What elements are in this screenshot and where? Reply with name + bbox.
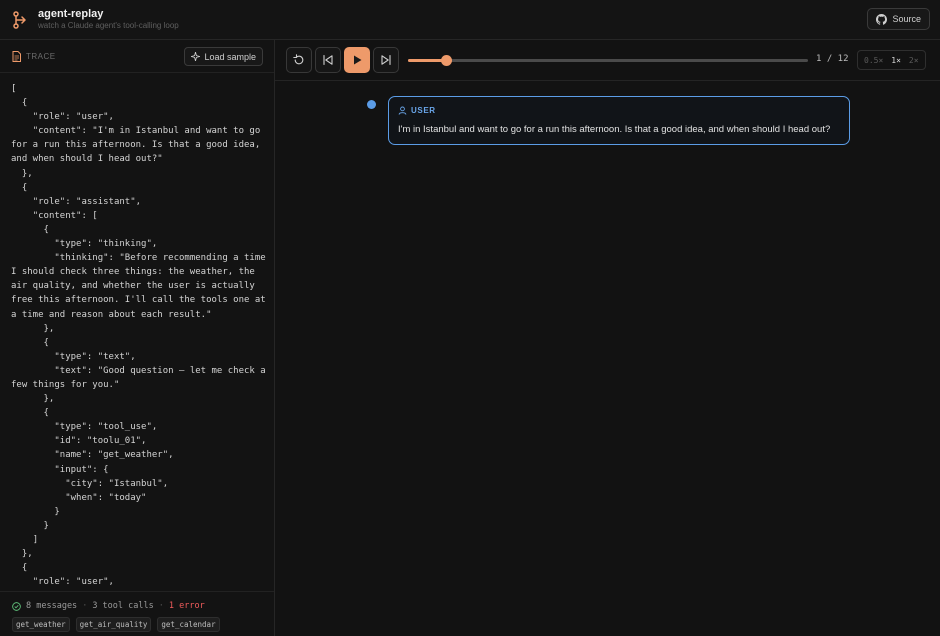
speed-option[interactable]: 2× bbox=[905, 56, 923, 65]
tool-call-count: 3 tool calls bbox=[92, 601, 154, 611]
trace-json-editor[interactable]: [ { "role": "user", "content": "I'm in I… bbox=[11, 82, 269, 588]
separator: · bbox=[82, 601, 88, 611]
message-count: 8 messages bbox=[26, 601, 78, 611]
user-message-card: USER I'm in Istanbul and want to go for … bbox=[388, 96, 850, 145]
message-role: USER bbox=[398, 106, 436, 115]
scrubber-handle[interactable] bbox=[441, 55, 452, 66]
play-button[interactable] bbox=[344, 47, 370, 73]
github-icon bbox=[876, 13, 888, 25]
restart-icon bbox=[293, 54, 304, 65]
load-sample-label: Load sample bbox=[204, 51, 256, 62]
trace-summary-footer: 8 messages · 3 tool calls · 1 error get_… bbox=[0, 591, 274, 636]
trace-header: TRACE Load sample bbox=[0, 40, 274, 73]
trace-summary: 8 messages · 3 tool calls · 1 error bbox=[12, 601, 205, 611]
app-title: agent-replay bbox=[38, 8, 104, 20]
app-header: agent-replay watch a Claude agent's tool… bbox=[0, 0, 940, 40]
message-role-label: USER bbox=[411, 106, 436, 115]
trace-label: TRACE bbox=[26, 52, 56, 61]
step-forward-button[interactable] bbox=[373, 47, 399, 73]
speed-option-active[interactable]: 1× bbox=[887, 56, 905, 65]
replay-panel: 1 / 12 0.5× 1× 2× USER I'm in Istanbul a… bbox=[275, 40, 940, 636]
step-back-icon bbox=[323, 54, 333, 66]
step-back-button[interactable] bbox=[315, 47, 341, 73]
step-forward-icon bbox=[381, 54, 391, 66]
timeline-scrubber[interactable] bbox=[408, 55, 808, 66]
restart-button[interactable] bbox=[286, 47, 312, 73]
separator: · bbox=[158, 601, 164, 611]
speed-selector: 0.5× 1× 2× bbox=[857, 50, 926, 70]
player-toolbar: 1 / 12 0.5× 1× 2× bbox=[275, 40, 940, 81]
timeline-marker bbox=[367, 100, 376, 109]
speed-option[interactable]: 0.5× bbox=[860, 56, 887, 65]
tool-chip: get_calendar bbox=[157, 617, 220, 632]
error-count: 1 error bbox=[168, 601, 205, 611]
source-label: Source bbox=[892, 14, 921, 24]
load-sample-button[interactable]: Load sample bbox=[184, 47, 263, 66]
tool-list: get_weather get_air_quality get_calendar bbox=[12, 617, 220, 632]
source-button[interactable]: Source bbox=[867, 8, 930, 30]
step-counter: 1 / 12 bbox=[816, 54, 849, 64]
play-icon bbox=[354, 55, 362, 65]
check-circle-icon bbox=[12, 601, 21, 611]
app-subtitle: watch a Claude agent's tool-calling loop bbox=[38, 21, 179, 30]
branch-arrow-icon bbox=[13, 11, 26, 29]
user-icon bbox=[398, 106, 407, 115]
message-text: I'm in Istanbul and want to go for a run… bbox=[398, 124, 831, 135]
trace-panel: TRACE Load sample [ { "role": "user", "c… bbox=[0, 40, 275, 636]
file-icon bbox=[12, 51, 21, 62]
tool-chip: get_air_quality bbox=[75, 617, 152, 632]
sparkle-icon bbox=[191, 52, 201, 61]
tool-chip: get_weather bbox=[12, 617, 70, 632]
